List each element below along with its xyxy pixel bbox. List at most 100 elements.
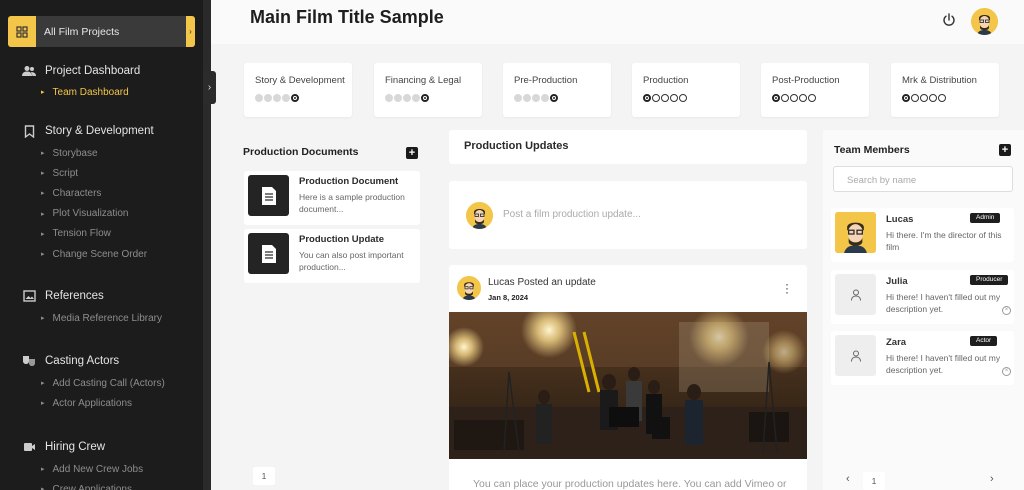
all-film-projects-button[interactable]: All Film Projects › bbox=[8, 16, 195, 47]
document-card[interactable]: Production Update You can also post impo… bbox=[244, 229, 420, 283]
member-name: Lucas bbox=[886, 214, 914, 225]
document-title: Production Update bbox=[299, 234, 384, 245]
all-film-projects-label: All Film Projects bbox=[44, 25, 120, 38]
avatar-face-icon bbox=[466, 202, 493, 229]
stage-progress bbox=[902, 94, 946, 102]
nav-head-references[interactable]: References bbox=[22, 288, 162, 304]
nav-head-label: References bbox=[45, 290, 104, 302]
nav-item-add-casting-call[interactable]: Add Casting Call (Actors) bbox=[41, 373, 165, 393]
nav-head-label: Story & Development bbox=[45, 125, 154, 137]
remove-member-icon[interactable]: × bbox=[1002, 306, 1011, 315]
member-name: Julia bbox=[886, 276, 908, 287]
remove-member-icon[interactable]: × bbox=[1002, 367, 1011, 376]
avatar-face-icon bbox=[457, 276, 481, 300]
grid-icon bbox=[8, 16, 36, 47]
nav-item-script[interactable]: Script bbox=[41, 163, 154, 183]
nav-item-actor-applications[interactable]: Actor Applications bbox=[41, 393, 165, 413]
stage-progress bbox=[772, 94, 816, 102]
nav-section-hiring-crew: Hiring Crew Add New Crew Jobs Crew Appli… bbox=[22, 439, 143, 490]
member-search-input[interactable]: Search by name bbox=[833, 166, 1013, 192]
stage-label: Post-Production bbox=[772, 75, 840, 86]
user-avatar[interactable] bbox=[971, 8, 998, 35]
nav-item-add-new-crew-jobs[interactable]: Add New Crew Jobs bbox=[41, 459, 144, 479]
stage-progress bbox=[385, 94, 429, 102]
stage-progress bbox=[643, 94, 687, 102]
chevron-right-icon: › bbox=[207, 82, 212, 93]
nav-head-story-development[interactable]: Story & Development bbox=[22, 123, 154, 139]
member-card[interactable]: Zara Actor Hi there! I haven't filled ou… bbox=[831, 331, 1014, 385]
team-title: Team Members bbox=[834, 144, 910, 156]
plus-icon: + bbox=[408, 147, 416, 159]
nav-section-casting-actors: Casting Actors Add Casting Call (Actors)… bbox=[22, 353, 165, 413]
role-badge: Producer bbox=[970, 275, 1009, 285]
stage-label: Financing & Legal bbox=[385, 75, 462, 86]
stage-label: Mrk & Distribution bbox=[902, 75, 977, 86]
updates-header: Production Updates bbox=[449, 130, 807, 164]
nav-item-storybase[interactable]: Storybase bbox=[41, 143, 154, 163]
add-member-button[interactable]: + bbox=[999, 144, 1011, 156]
documents-title: Production Documents bbox=[243, 146, 359, 158]
stage-card-pre-production[interactable]: Pre-Production bbox=[503, 63, 611, 117]
sidebar: All Film Projects › Project Dashboard Te… bbox=[0, 0, 203, 490]
post-update-box[interactable]: Post a film production update... bbox=[449, 181, 807, 249]
post-author-avatar bbox=[457, 276, 481, 300]
nav-head-casting-actors[interactable]: Casting Actors bbox=[22, 353, 165, 369]
member-desc: Hi there. I'm the director of this film bbox=[886, 230, 1002, 252]
document-card[interactable]: Production Document Here is a sample pro… bbox=[244, 171, 420, 225]
role-badge: Admin bbox=[970, 213, 1001, 223]
nav-head-hiring-crew[interactable]: Hiring Crew bbox=[22, 439, 143, 455]
member-card[interactable]: Lucas Admin Hi there. I'm the director o… bbox=[831, 208, 1014, 262]
member-avatar bbox=[835, 212, 876, 253]
stage-card-marketing-distribution[interactable]: Mrk & Distribution bbox=[891, 63, 999, 117]
more-options-icon[interactable]: · · · bbox=[785, 278, 789, 298]
nav-item-crew-applications[interactable]: Crew Applications bbox=[41, 479, 143, 490]
nav-head-label: Casting Actors bbox=[45, 355, 120, 367]
plus-icon: + bbox=[1001, 144, 1009, 156]
nav-item-plot-visualization[interactable]: Plot Visualization bbox=[41, 204, 154, 224]
member-desc: Hi there! I haven't filled out my descri… bbox=[886, 292, 1001, 314]
member-desc: Hi there! I haven't filled out my descri… bbox=[886, 353, 1001, 375]
film-icon bbox=[22, 440, 36, 454]
sidebar-collapse-toggle[interactable]: › bbox=[203, 71, 216, 104]
stage-card-financing-legal[interactable]: Financing & Legal bbox=[374, 63, 482, 117]
image-icon bbox=[22, 289, 36, 303]
nav-item-media-reference-library[interactable]: Media Reference Library bbox=[41, 308, 163, 328]
stage-label: Pre-Production bbox=[514, 75, 578, 86]
stage-card-production[interactable]: Production bbox=[632, 63, 740, 117]
stage-label: Production bbox=[643, 75, 689, 86]
nav-item-characters[interactable]: Characters bbox=[41, 183, 154, 203]
team-next-page-icon[interactable]: › bbox=[990, 473, 994, 485]
nav-head-label: Hiring Crew bbox=[45, 441, 106, 453]
user-placeholder-icon bbox=[850, 350, 861, 362]
page-title: Main Film Title Sample bbox=[250, 7, 444, 27]
nav-section-project-dashboard: Project Dashboard Team Dashboard bbox=[22, 63, 140, 102]
nav-section-story-development: Story & Development Storybase Script Cha… bbox=[22, 123, 154, 264]
add-document-button[interactable]: + bbox=[406, 147, 418, 159]
nav-item-change-scene-order[interactable]: Change Scene Order bbox=[41, 244, 154, 264]
search-placeholder: Search by name bbox=[847, 175, 917, 186]
team-prev-page-icon[interactable]: ‹ bbox=[846, 473, 850, 485]
stage-card-story-development[interactable]: Story & Development bbox=[244, 63, 352, 117]
stage-label: Story & Development bbox=[255, 75, 345, 86]
document-desc: You can also post important production..… bbox=[299, 250, 404, 272]
documents-page-1[interactable]: 1 bbox=[253, 467, 275, 485]
nav-item-tension-flow[interactable]: Tension Flow bbox=[41, 224, 154, 244]
team-page-1[interactable]: 1 bbox=[863, 472, 885, 490]
theater-masks-icon bbox=[22, 354, 36, 368]
post-caption: You can place your production updates he… bbox=[473, 478, 787, 490]
stage-progress bbox=[255, 94, 299, 102]
avatar-face-icon bbox=[971, 8, 998, 35]
user-placeholder-icon bbox=[850, 289, 861, 301]
member-card[interactable]: Julia Producer Hi there! I haven't fille… bbox=[831, 270, 1014, 324]
nav-section-references: References Media Reference Library bbox=[22, 288, 162, 328]
updates-title: Production Updates bbox=[464, 140, 569, 152]
nav-head-project-dashboard[interactable]: Project Dashboard bbox=[22, 63, 140, 79]
role-badge: Actor bbox=[970, 336, 998, 346]
nav-item-team-dashboard[interactable]: Team Dashboard bbox=[41, 82, 140, 102]
document-icon bbox=[248, 175, 289, 216]
document-icon bbox=[248, 233, 289, 274]
avatar-face-icon bbox=[835, 212, 876, 253]
stage-card-post-production[interactable]: Post-Production bbox=[761, 63, 869, 117]
post-update-input[interactable]: Post a film production update... bbox=[503, 209, 641, 220]
power-icon[interactable] bbox=[940, 11, 958, 29]
